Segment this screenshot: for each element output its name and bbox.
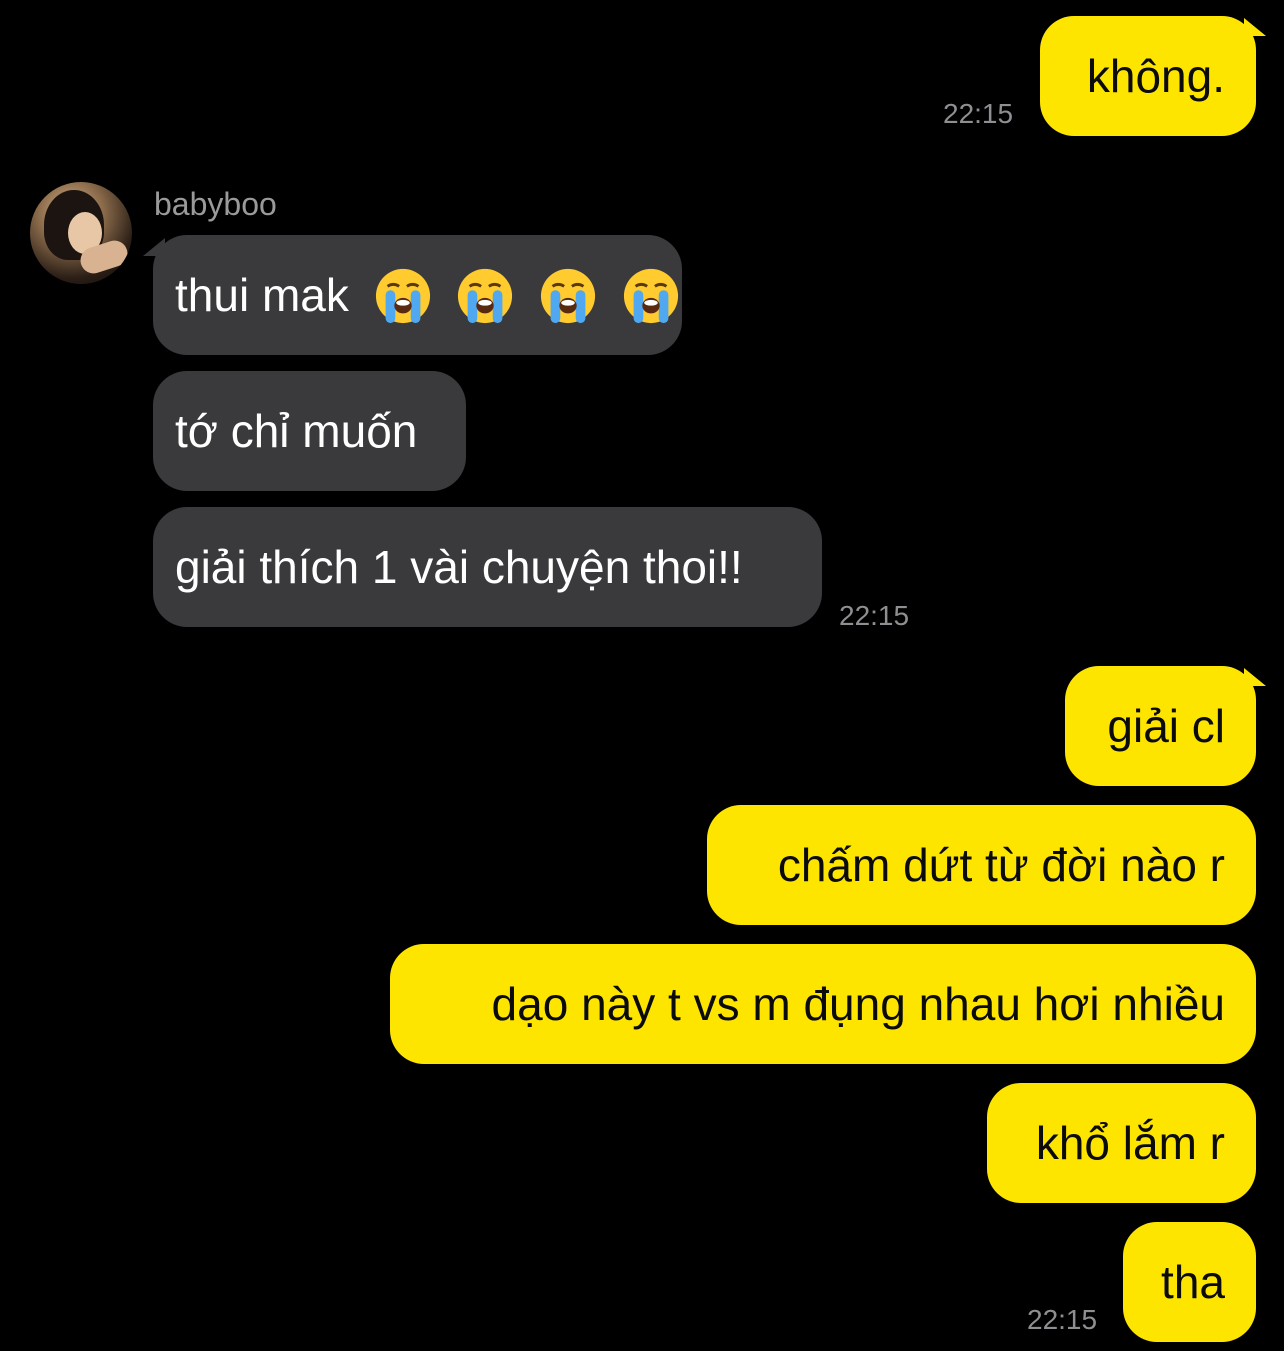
- message-bubble-sent[interactable]: giải cl: [1065, 666, 1256, 786]
- loudly-crying-face-icon: [541, 268, 596, 323]
- message-bubble-sent[interactable]: dạo này t vs m đụng nhau hơi nhiều: [390, 944, 1256, 1064]
- message-text: tớ chỉ muốn: [175, 405, 418, 457]
- loudly-crying-face-icon: [623, 268, 679, 323]
- message-timestamp: 22:15: [1027, 1304, 1098, 1335]
- message-bubble-sent[interactable]: không.: [1040, 16, 1256, 136]
- message-bubble-received[interactable]: thui mak: [153, 235, 682, 355]
- message-bubble-received[interactable]: tớ chỉ muốn: [153, 371, 466, 491]
- message-bubble-sent[interactable]: tha: [1123, 1222, 1256, 1342]
- message-text: giải thích 1 vài chuyện thoi!!: [175, 541, 743, 593]
- message-text: chấm dứt từ đời nào r: [777, 839, 1225, 891]
- message-text: khổ lắm r: [1035, 1117, 1225, 1169]
- contact-name: babyboo: [154, 186, 277, 222]
- message-bubble-received[interactable]: giải thích 1 vài chuyện thoi!!: [153, 507, 822, 627]
- message-bubble-sent[interactable]: chấm dứt từ đời nào r: [707, 805, 1256, 925]
- loudly-crying-face-icon: [458, 268, 513, 323]
- message-bubble-sent[interactable]: khổ lắm r: [987, 1083, 1256, 1203]
- message-timestamp: 22:15: [839, 600, 910, 631]
- loudly-crying-face-icon: [375, 268, 430, 323]
- contact-avatar[interactable]: [30, 182, 132, 284]
- message-text: thui mak: [175, 269, 349, 321]
- message-text: giải cl: [1107, 700, 1225, 752]
- message-text: dạo này t vs m đụng nhau hơi nhiều: [491, 978, 1225, 1030]
- message-text: không.: [1086, 50, 1225, 102]
- message-timestamp: 22:15: [943, 98, 1014, 129]
- message-text: tha: [1161, 1256, 1225, 1308]
